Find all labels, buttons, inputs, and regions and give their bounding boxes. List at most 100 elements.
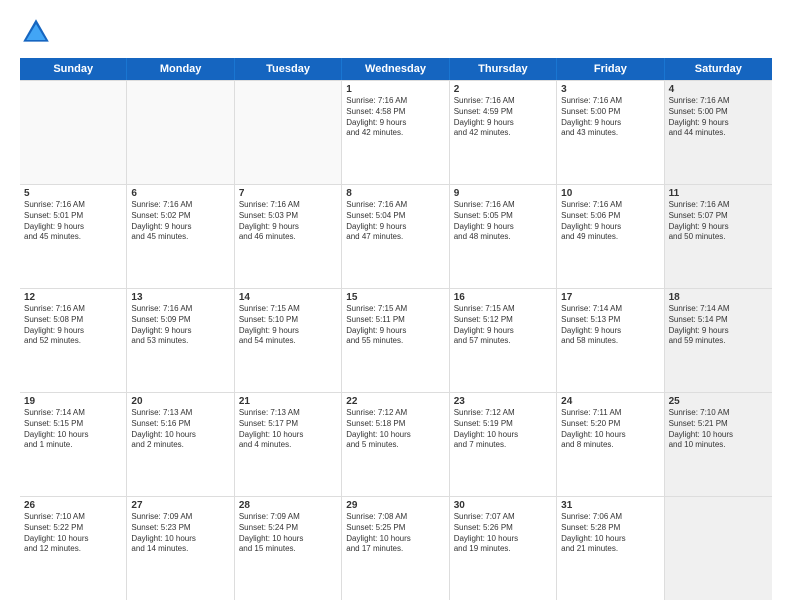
cell-text: Sunrise: 7:09 AM Sunset: 5:23 PM Dayligh… [131, 512, 229, 555]
cell-text: Sunrise: 7:06 AM Sunset: 5:28 PM Dayligh… [561, 512, 659, 555]
cal-cell-empty [20, 81, 127, 184]
day-number: 13 [131, 292, 229, 303]
cal-cell-14: 14Sunrise: 7:15 AM Sunset: 5:10 PM Dayli… [235, 289, 342, 392]
calendar-row-1: 5Sunrise: 7:16 AM Sunset: 5:01 PM Daylig… [20, 185, 772, 289]
cal-cell-6: 6Sunrise: 7:16 AM Sunset: 5:02 PM Daylig… [127, 185, 234, 288]
cell-text: Sunrise: 7:14 AM Sunset: 5:15 PM Dayligh… [24, 408, 122, 451]
page: SundayMondayTuesdayWednesdayThursdayFrid… [0, 0, 792, 612]
cell-text: Sunrise: 7:16 AM Sunset: 4:59 PM Dayligh… [454, 96, 552, 139]
day-number: 7 [239, 188, 337, 199]
calendar-header: SundayMondayTuesdayWednesdayThursdayFrid… [20, 58, 772, 80]
day-number: 14 [239, 292, 337, 303]
cell-text: Sunrise: 7:13 AM Sunset: 5:17 PM Dayligh… [239, 408, 337, 451]
cal-cell-15: 15Sunrise: 7:15 AM Sunset: 5:11 PM Dayli… [342, 289, 449, 392]
cal-cell-1: 1Sunrise: 7:16 AM Sunset: 4:58 PM Daylig… [342, 81, 449, 184]
day-number: 28 [239, 500, 337, 511]
cal-cell-24: 24Sunrise: 7:11 AM Sunset: 5:20 PM Dayli… [557, 393, 664, 496]
day-number: 18 [669, 292, 768, 303]
cell-text: Sunrise: 7:16 AM Sunset: 5:00 PM Dayligh… [669, 96, 768, 139]
cal-cell-26: 26Sunrise: 7:10 AM Sunset: 5:22 PM Dayli… [20, 497, 127, 600]
logo-icon [20, 16, 52, 48]
cal-cell-17: 17Sunrise: 7:14 AM Sunset: 5:13 PM Dayli… [557, 289, 664, 392]
day-number: 6 [131, 188, 229, 199]
day-number: 29 [346, 500, 444, 511]
day-number: 10 [561, 188, 659, 199]
cal-cell-30: 30Sunrise: 7:07 AM Sunset: 5:26 PM Dayli… [450, 497, 557, 600]
cal-cell-4: 4Sunrise: 7:16 AM Sunset: 5:00 PM Daylig… [665, 81, 772, 184]
cell-text: Sunrise: 7:15 AM Sunset: 5:11 PM Dayligh… [346, 304, 444, 347]
cell-text: Sunrise: 7:16 AM Sunset: 5:08 PM Dayligh… [24, 304, 122, 347]
day-number: 3 [561, 84, 659, 95]
day-number: 27 [131, 500, 229, 511]
cal-cell-21: 21Sunrise: 7:13 AM Sunset: 5:17 PM Dayli… [235, 393, 342, 496]
cal-cell-29: 29Sunrise: 7:08 AM Sunset: 5:25 PM Dayli… [342, 497, 449, 600]
cal-cell-9: 9Sunrise: 7:16 AM Sunset: 5:05 PM Daylig… [450, 185, 557, 288]
day-number: 31 [561, 500, 659, 511]
cal-cell-5: 5Sunrise: 7:16 AM Sunset: 5:01 PM Daylig… [20, 185, 127, 288]
logo [20, 16, 56, 48]
day-number: 26 [24, 500, 122, 511]
calendar-row-3: 19Sunrise: 7:14 AM Sunset: 5:15 PM Dayli… [20, 393, 772, 497]
cal-cell-8: 8Sunrise: 7:16 AM Sunset: 5:04 PM Daylig… [342, 185, 449, 288]
header-day-monday: Monday [127, 58, 234, 80]
calendar-row-4: 26Sunrise: 7:10 AM Sunset: 5:22 PM Dayli… [20, 497, 772, 600]
cell-text: Sunrise: 7:15 AM Sunset: 5:12 PM Dayligh… [454, 304, 552, 347]
header-day-tuesday: Tuesday [235, 58, 342, 80]
cal-cell-23: 23Sunrise: 7:12 AM Sunset: 5:19 PM Dayli… [450, 393, 557, 496]
cal-cell-11: 11Sunrise: 7:16 AM Sunset: 5:07 PM Dayli… [665, 185, 772, 288]
header-day-thursday: Thursday [450, 58, 557, 80]
cell-text: Sunrise: 7:16 AM Sunset: 5:04 PM Dayligh… [346, 200, 444, 243]
calendar: SundayMondayTuesdayWednesdayThursdayFrid… [20, 58, 772, 600]
cal-cell-27: 27Sunrise: 7:09 AM Sunset: 5:23 PM Dayli… [127, 497, 234, 600]
day-number: 2 [454, 84, 552, 95]
day-number: 16 [454, 292, 552, 303]
cell-text: Sunrise: 7:10 AM Sunset: 5:22 PM Dayligh… [24, 512, 122, 555]
day-number: 11 [669, 188, 768, 199]
cal-cell-empty [235, 81, 342, 184]
day-number: 25 [669, 396, 768, 407]
day-number: 1 [346, 84, 444, 95]
cal-cell-31: 31Sunrise: 7:06 AM Sunset: 5:28 PM Dayli… [557, 497, 664, 600]
day-number: 12 [24, 292, 122, 303]
day-number: 5 [24, 188, 122, 199]
cell-text: Sunrise: 7:14 AM Sunset: 5:13 PM Dayligh… [561, 304, 659, 347]
cal-cell-22: 22Sunrise: 7:12 AM Sunset: 5:18 PM Dayli… [342, 393, 449, 496]
cell-text: Sunrise: 7:10 AM Sunset: 5:21 PM Dayligh… [669, 408, 768, 451]
day-number: 17 [561, 292, 659, 303]
cal-cell-28: 28Sunrise: 7:09 AM Sunset: 5:24 PM Dayli… [235, 497, 342, 600]
day-number: 4 [669, 84, 768, 95]
cell-text: Sunrise: 7:12 AM Sunset: 5:19 PM Dayligh… [454, 408, 552, 451]
day-number: 30 [454, 500, 552, 511]
cell-text: Sunrise: 7:08 AM Sunset: 5:25 PM Dayligh… [346, 512, 444, 555]
cell-text: Sunrise: 7:11 AM Sunset: 5:20 PM Dayligh… [561, 408, 659, 451]
calendar-row-2: 12Sunrise: 7:16 AM Sunset: 5:08 PM Dayli… [20, 289, 772, 393]
cell-text: Sunrise: 7:16 AM Sunset: 5:06 PM Dayligh… [561, 200, 659, 243]
day-number: 19 [24, 396, 122, 407]
cal-cell-10: 10Sunrise: 7:16 AM Sunset: 5:06 PM Dayli… [557, 185, 664, 288]
cal-cell-empty [665, 497, 772, 600]
cell-text: Sunrise: 7:16 AM Sunset: 5:07 PM Dayligh… [669, 200, 768, 243]
day-number: 21 [239, 396, 337, 407]
cal-cell-empty [127, 81, 234, 184]
header [20, 16, 772, 48]
cal-cell-25: 25Sunrise: 7:10 AM Sunset: 5:21 PM Dayli… [665, 393, 772, 496]
header-day-wednesday: Wednesday [342, 58, 449, 80]
cell-text: Sunrise: 7:16 AM Sunset: 5:03 PM Dayligh… [239, 200, 337, 243]
day-number: 20 [131, 396, 229, 407]
header-day-sunday: Sunday [20, 58, 127, 80]
cell-text: Sunrise: 7:16 AM Sunset: 5:05 PM Dayligh… [454, 200, 552, 243]
day-number: 9 [454, 188, 552, 199]
cell-text: Sunrise: 7:16 AM Sunset: 5:01 PM Dayligh… [24, 200, 122, 243]
cell-text: Sunrise: 7:07 AM Sunset: 5:26 PM Dayligh… [454, 512, 552, 555]
cal-cell-2: 2Sunrise: 7:16 AM Sunset: 4:59 PM Daylig… [450, 81, 557, 184]
calendar-body: 1Sunrise: 7:16 AM Sunset: 4:58 PM Daylig… [20, 80, 772, 600]
cal-cell-12: 12Sunrise: 7:16 AM Sunset: 5:08 PM Dayli… [20, 289, 127, 392]
day-number: 24 [561, 396, 659, 407]
cell-text: Sunrise: 7:16 AM Sunset: 4:58 PM Dayligh… [346, 96, 444, 139]
cal-cell-16: 16Sunrise: 7:15 AM Sunset: 5:12 PM Dayli… [450, 289, 557, 392]
cal-cell-13: 13Sunrise: 7:16 AM Sunset: 5:09 PM Dayli… [127, 289, 234, 392]
cal-cell-20: 20Sunrise: 7:13 AM Sunset: 5:16 PM Dayli… [127, 393, 234, 496]
header-day-saturday: Saturday [665, 58, 772, 80]
cal-cell-18: 18Sunrise: 7:14 AM Sunset: 5:14 PM Dayli… [665, 289, 772, 392]
day-number: 15 [346, 292, 444, 303]
